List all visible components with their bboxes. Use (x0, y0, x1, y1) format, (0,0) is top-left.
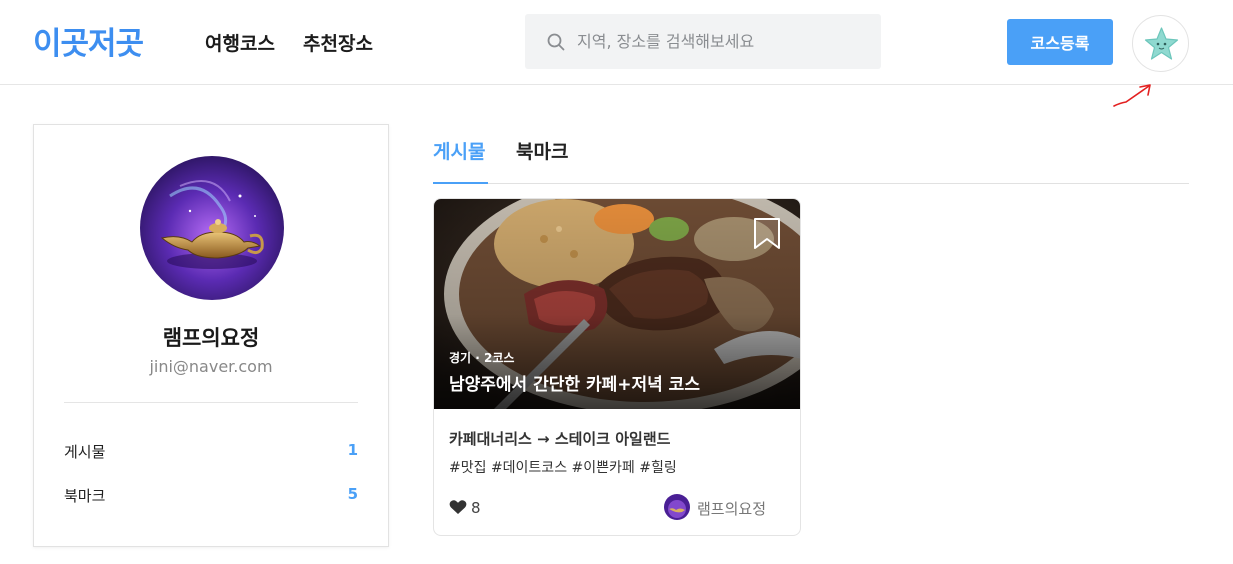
course-card[interactable]: 경기 · 2코스 남양주에서 간단한 카페+저녁 코스 카페대너리스 → 스테이… (433, 198, 801, 536)
search-icon (547, 33, 565, 51)
profile-avatar (140, 156, 284, 300)
stat-bookmarks-label: 북마크 (64, 487, 106, 505)
profile-divider (64, 402, 358, 403)
stat-posts[interactable]: 게시물 1 (64, 439, 358, 463)
heart-icon (449, 500, 467, 514)
profile-email: jini@naver.com (149, 357, 273, 376)
stat-posts-label: 게시물 (64, 443, 106, 461)
nav-travel-courses[interactable]: 여행코스 (205, 29, 275, 56)
course-author[interactable]: 램프의요정 (664, 494, 786, 520)
tab-posts[interactable]: 게시물 (433, 137, 488, 184)
search-input[interactable] (577, 14, 867, 69)
author-avatar (664, 494, 690, 520)
author-name: 램프의요정 (697, 500, 767, 518)
top-header: 이곳저곳 여행코스 추천장소 코스등록 (0, 0, 1233, 107)
magic-lamp-icon (140, 156, 284, 300)
course-route: 카페대너리스 → 스테이크 아일랜드 (449, 430, 671, 448)
profile-name: 램프의요정 (162, 326, 260, 350)
course-tags: #맛집 #데이트코스 #이쁜카페 #힐링 (449, 460, 677, 476)
bookmark-icon[interactable] (752, 217, 782, 251)
star-character-icon (1144, 27, 1179, 60)
magic-lamp-icon (664, 494, 690, 520)
stat-posts-count: 1 (347, 441, 358, 459)
stat-bookmarks[interactable]: 북마크 5 (64, 483, 358, 507)
profile-card: 램프의요정 jini@naver.com 게시물 1 북마크 5 (33, 124, 389, 547)
content-tabs: 게시물 북마크 (433, 124, 1189, 184)
search-bar (525, 14, 881, 69)
site-logo[interactable]: 이곳저곳 (33, 18, 144, 63)
course-thumbnail: 경기 · 2코스 남양주에서 간단한 카페+저녁 코스 (434, 199, 800, 409)
tab-bookmarks[interactable]: 북마크 (516, 137, 568, 184)
like-count: 8 (471, 499, 481, 517)
user-profile-avatar[interactable] (1132, 15, 1189, 72)
course-register-button[interactable]: 코스등록 (1007, 19, 1113, 65)
course-region: 경기 · 2코스 (449, 351, 515, 365)
nav-recommended-places[interactable]: 추천장소 (303, 29, 373, 56)
course-title: 남양주에서 간단한 카페+저녁 코스 (449, 375, 700, 395)
annotation-arrow-icon (1113, 84, 1151, 107)
stat-bookmarks-count: 5 (347, 485, 358, 503)
